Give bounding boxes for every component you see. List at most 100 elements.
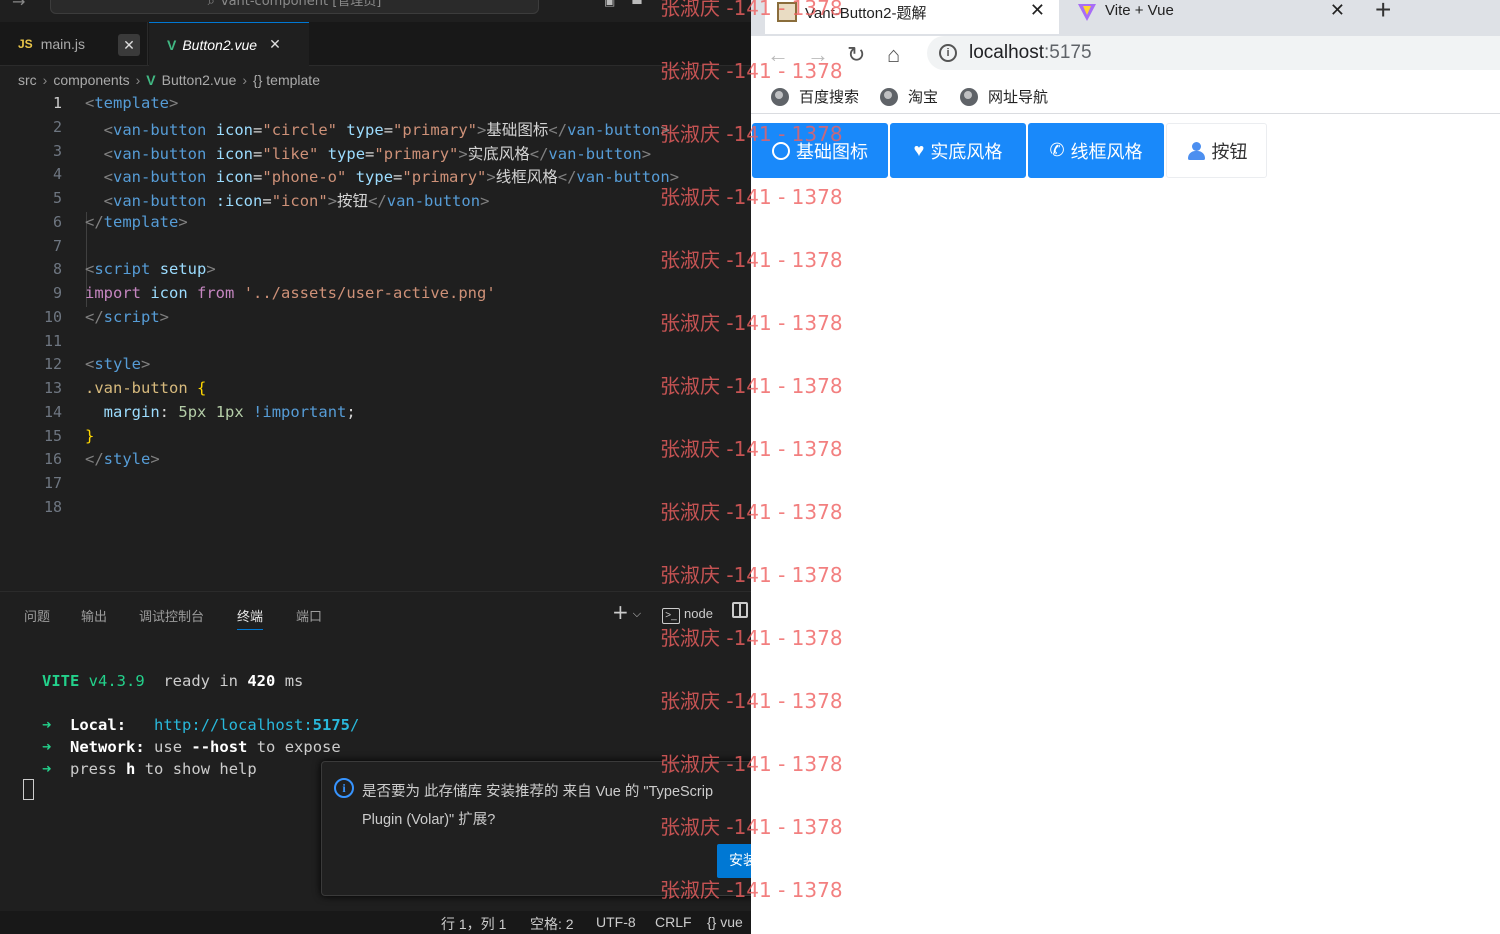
close-icon[interactable]: ✕	[1330, 0, 1345, 21]
browser-tab-title: Vite + Vue	[1105, 2, 1174, 19]
home-icon[interactable]: ⌂	[887, 42, 900, 68]
like-icon: ♥	[913, 140, 925, 160]
line-number: 6	[52, 213, 62, 231]
install-button[interactable]: 安装	[717, 844, 751, 878]
vite-label: VITE	[42, 672, 80, 690]
new-tab-button[interactable]: +	[1375, 0, 1391, 26]
search-icon: ⌕	[207, 0, 215, 9]
code-editor[interactable]: 1 2 3 4 5 6 7 8 9 10 11 12 13 14 15 16 1…	[0, 92, 751, 592]
arrow-right-icon: ➜	[42, 738, 52, 756]
status-bar: 行 1，列 1 空格: 2 UTF-8 CRLF {} vue	[0, 911, 751, 934]
tab-button2-vue[interactable]: V Button2.vue ✕	[149, 22, 309, 66]
toggle-panel-icon[interactable]: ▬	[631, 0, 642, 8]
tab-label: Button2.vue	[182, 36, 258, 53]
browser-toolbar: ← → ↻ ⌂ i localhost:5175	[751, 36, 1500, 74]
help-text: press	[70, 760, 117, 778]
line-number: 2	[52, 118, 62, 136]
url-host: localhost	[969, 42, 1044, 63]
line-number: 10	[43, 308, 62, 326]
tab-problems[interactable]: 问题	[24, 606, 50, 625]
indent-guide	[86, 212, 87, 307]
back-icon[interactable]: ←	[767, 42, 789, 68]
line-number: 3	[52, 142, 62, 160]
line-number: 18	[43, 498, 62, 516]
url-prefix: http://localhost:	[154, 716, 313, 734]
network-label: Network	[70, 738, 136, 756]
window-title: vant-component [管理员]	[220, 0, 382, 9]
layout-controls: ▣ ▬	[604, 0, 659, 8]
chevron-down-icon[interactable]: ⌵	[633, 607, 641, 620]
bookmark-taobao[interactable]: 淘宝	[880, 86, 938, 107]
page-content: 基础图标 ♥ 实底风格 ✆ 线框风格 按钮	[751, 115, 1500, 934]
tab-ports[interactable]: 端口	[296, 606, 322, 625]
close-icon[interactable]: ✕	[1030, 0, 1045, 21]
bookmark-baidu[interactable]: 百度搜索	[771, 86, 859, 107]
breadcrumb-item[interactable]: Button2.vue	[162, 72, 237, 88]
browser-tab-vite[interactable]: Vite + Vue ✕	[1065, 0, 1359, 34]
tab-terminal[interactable]: 终端	[237, 606, 264, 630]
terminal-profile[interactable]: >_ node	[662, 606, 713, 624]
terminal-icon: >_	[662, 608, 680, 624]
indentation[interactable]: 空格: 2	[530, 914, 574, 934]
terminal-cursor	[23, 779, 34, 800]
van-button-custom-icon[interactable]: 按钮	[1166, 123, 1267, 178]
network-flag: --host	[191, 738, 248, 756]
language-mode[interactable]: {} vue	[707, 914, 743, 930]
address-bar[interactable]: i localhost:5175	[927, 36, 1500, 70]
close-icon[interactable]: ✕	[269, 36, 281, 53]
line-number: 11	[43, 332, 62, 350]
encoding[interactable]: UTF-8	[596, 914, 636, 930]
url-port: 5175	[312, 716, 350, 734]
command-center[interactable]: ⌕ vant-component [管理员]	[50, 0, 539, 14]
bookmark-label: 淘宝	[908, 89, 939, 106]
tab-main-js[interactable]: JS main.js ✕	[0, 22, 148, 66]
terminal-line: ➜ press h to show help	[42, 760, 257, 778]
reload-icon[interactable]: ↻	[847, 42, 865, 68]
breadcrumb-item[interactable]: {} template	[253, 72, 320, 88]
help-text: to show help	[144, 760, 257, 778]
van-button-like[interactable]: ♥ 实底风格	[890, 123, 1026, 178]
forward-icon[interactable]: →	[807, 42, 829, 68]
tab-output[interactable]: 输出	[81, 606, 107, 625]
close-icon[interactable]: ✕	[118, 34, 140, 56]
line-number: 7	[52, 237, 62, 255]
globe-icon	[771, 87, 789, 106]
toggle-sidebar-icon[interactable]: ▣	[604, 0, 615, 8]
user-active-icon	[1186, 141, 1206, 160]
line-number: 12	[43, 355, 62, 373]
site-info-icon[interactable]: i	[939, 44, 957, 62]
tab-debug-console[interactable]: 调试控制台	[139, 606, 204, 625]
circle-icon	[772, 141, 790, 160]
line-number: 16	[43, 450, 62, 468]
chevron-right-icon: ›	[242, 72, 248, 88]
browser-window: Vant-Button2-题解 ✕ Vite + Vue ✕ + ← → ↻ ⌂…	[751, 0, 1500, 934]
new-terminal-button[interactable]: + ⌵	[612, 600, 641, 624]
back-arrow-icon[interactable]: →	[12, 0, 25, 11]
terminal-output[interactable]: VITE v4.3.9 ready in 420 ms ➜ Local: htt…	[0, 668, 359, 778]
breadcrumb-item[interactable]: src	[18, 72, 37, 88]
van-button-circle[interactable]: 基础图标	[752, 123, 888, 178]
browser-tab-vant[interactable]: Vant-Button2-题解 ✕	[765, 0, 1059, 34]
breadcrumb-item[interactable]: components	[53, 72, 129, 88]
van-button-phone[interactable]: ✆ 线框风格	[1028, 123, 1164, 178]
info-icon: i	[334, 778, 354, 798]
help-key: h	[126, 760, 136, 778]
line-number: 13	[43, 379, 62, 397]
line-ending[interactable]: CRLF	[655, 914, 692, 930]
js-file-icon: JS	[18, 37, 33, 51]
vue-file-icon: V	[146, 72, 156, 88]
local-label: Local	[70, 716, 117, 734]
line-number: 5	[52, 189, 62, 207]
bookmark-label: 网址导航	[988, 89, 1049, 106]
cursor-position[interactable]: 行 1，列 1	[441, 914, 506, 934]
notification-line: 是否要为 此存储库 安装推荐的 来自 Vue 的 "TypeScrip	[362, 784, 714, 800]
browser-tab-strip: Vant-Button2-题解 ✕ Vite + Vue ✕ +	[751, 0, 1500, 36]
bookmark-nav[interactable]: 网址导航	[960, 86, 1048, 107]
split-terminal-icon[interactable]	[732, 602, 748, 618]
ready-time: 420	[247, 672, 276, 690]
button-label: 实底风格	[930, 141, 1003, 162]
local-url[interactable]: http://localhost:5175/	[154, 716, 359, 734]
editor-tabs: JS main.js ✕ V Button2.vue ✕	[0, 22, 751, 66]
chevron-right-icon: ›	[42, 72, 48, 88]
vue-file-icon: V	[167, 36, 177, 53]
